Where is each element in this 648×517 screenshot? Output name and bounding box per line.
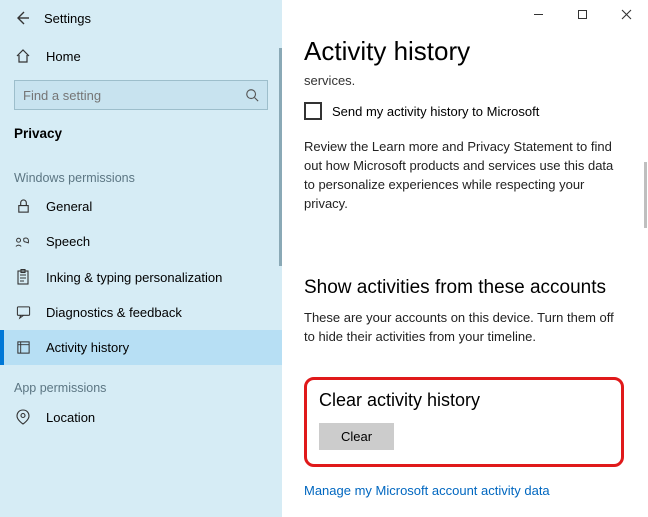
- page-title: Activity history: [304, 36, 626, 67]
- nav-label: Location: [46, 410, 95, 425]
- sidebar-item-inking[interactable]: Inking & typing personalization: [0, 259, 282, 295]
- sidebar-item-general[interactable]: General: [0, 189, 282, 224]
- current-section-label: Privacy: [0, 118, 282, 155]
- sidebar-item-location[interactable]: Location: [0, 399, 282, 435]
- group-windows-permissions: Windows permissions: [0, 155, 282, 189]
- feedback-icon: [14, 305, 32, 320]
- home-label: Home: [46, 49, 81, 64]
- maximize-button[interactable]: [560, 0, 604, 28]
- sidebar-item-diagnostics[interactable]: Diagnostics & feedback: [0, 295, 282, 330]
- home-icon: [14, 48, 32, 64]
- send-history-checkbox-row[interactable]: Send my activity history to Microsoft: [304, 102, 626, 120]
- nav-label: Speech: [46, 234, 90, 249]
- main-scrollbar[interactable]: [644, 162, 647, 228]
- sidebar-item-home[interactable]: Home: [0, 38, 282, 74]
- nav-label: Inking & typing personalization: [46, 270, 222, 285]
- nav-label: General: [46, 199, 92, 214]
- speech-icon: [14, 235, 32, 249]
- window-controls: [516, 0, 648, 28]
- search-icon: [245, 88, 259, 102]
- sidebar: Settings Home Privacy Windows permission…: [0, 0, 282, 517]
- minimize-button[interactable]: [516, 0, 560, 28]
- clear-history-section: Clear activity history Clear: [304, 377, 624, 467]
- back-icon[interactable]: [14, 10, 30, 26]
- search-input[interactable]: [14, 80, 268, 110]
- truncated-text: services.: [304, 73, 626, 88]
- lock-icon: [14, 199, 32, 214]
- sidebar-item-speech[interactable]: Speech: [0, 224, 282, 259]
- group-app-permissions: App permissions: [0, 365, 282, 399]
- checkbox-label: Send my activity history to Microsoft: [332, 104, 539, 119]
- location-icon: [14, 409, 32, 425]
- sidebar-item-activity-history[interactable]: Activity history: [0, 330, 282, 365]
- close-button[interactable]: [604, 0, 648, 28]
- clear-heading: Clear activity history: [319, 390, 609, 411]
- manage-account-link[interactable]: Manage my Microsoft account activity dat…: [304, 483, 626, 498]
- accounts-heading: Show activities from these accounts: [304, 277, 626, 299]
- nav-label: Diagnostics & feedback: [46, 305, 182, 320]
- nav-label: Activity history: [46, 340, 129, 355]
- clipboard-icon: [14, 269, 32, 285]
- clear-button[interactable]: Clear: [319, 423, 394, 450]
- app-title: Settings: [44, 11, 91, 26]
- main-pane: Activity history services. Send my activ…: [282, 0, 648, 517]
- search-field[interactable]: [23, 88, 235, 103]
- review-text: Review the Learn more and Privacy Statem…: [304, 138, 626, 213]
- history-icon: [14, 340, 32, 355]
- checkbox-icon[interactable]: [304, 102, 322, 120]
- accounts-text: These are your accounts on this device. …: [304, 309, 626, 347]
